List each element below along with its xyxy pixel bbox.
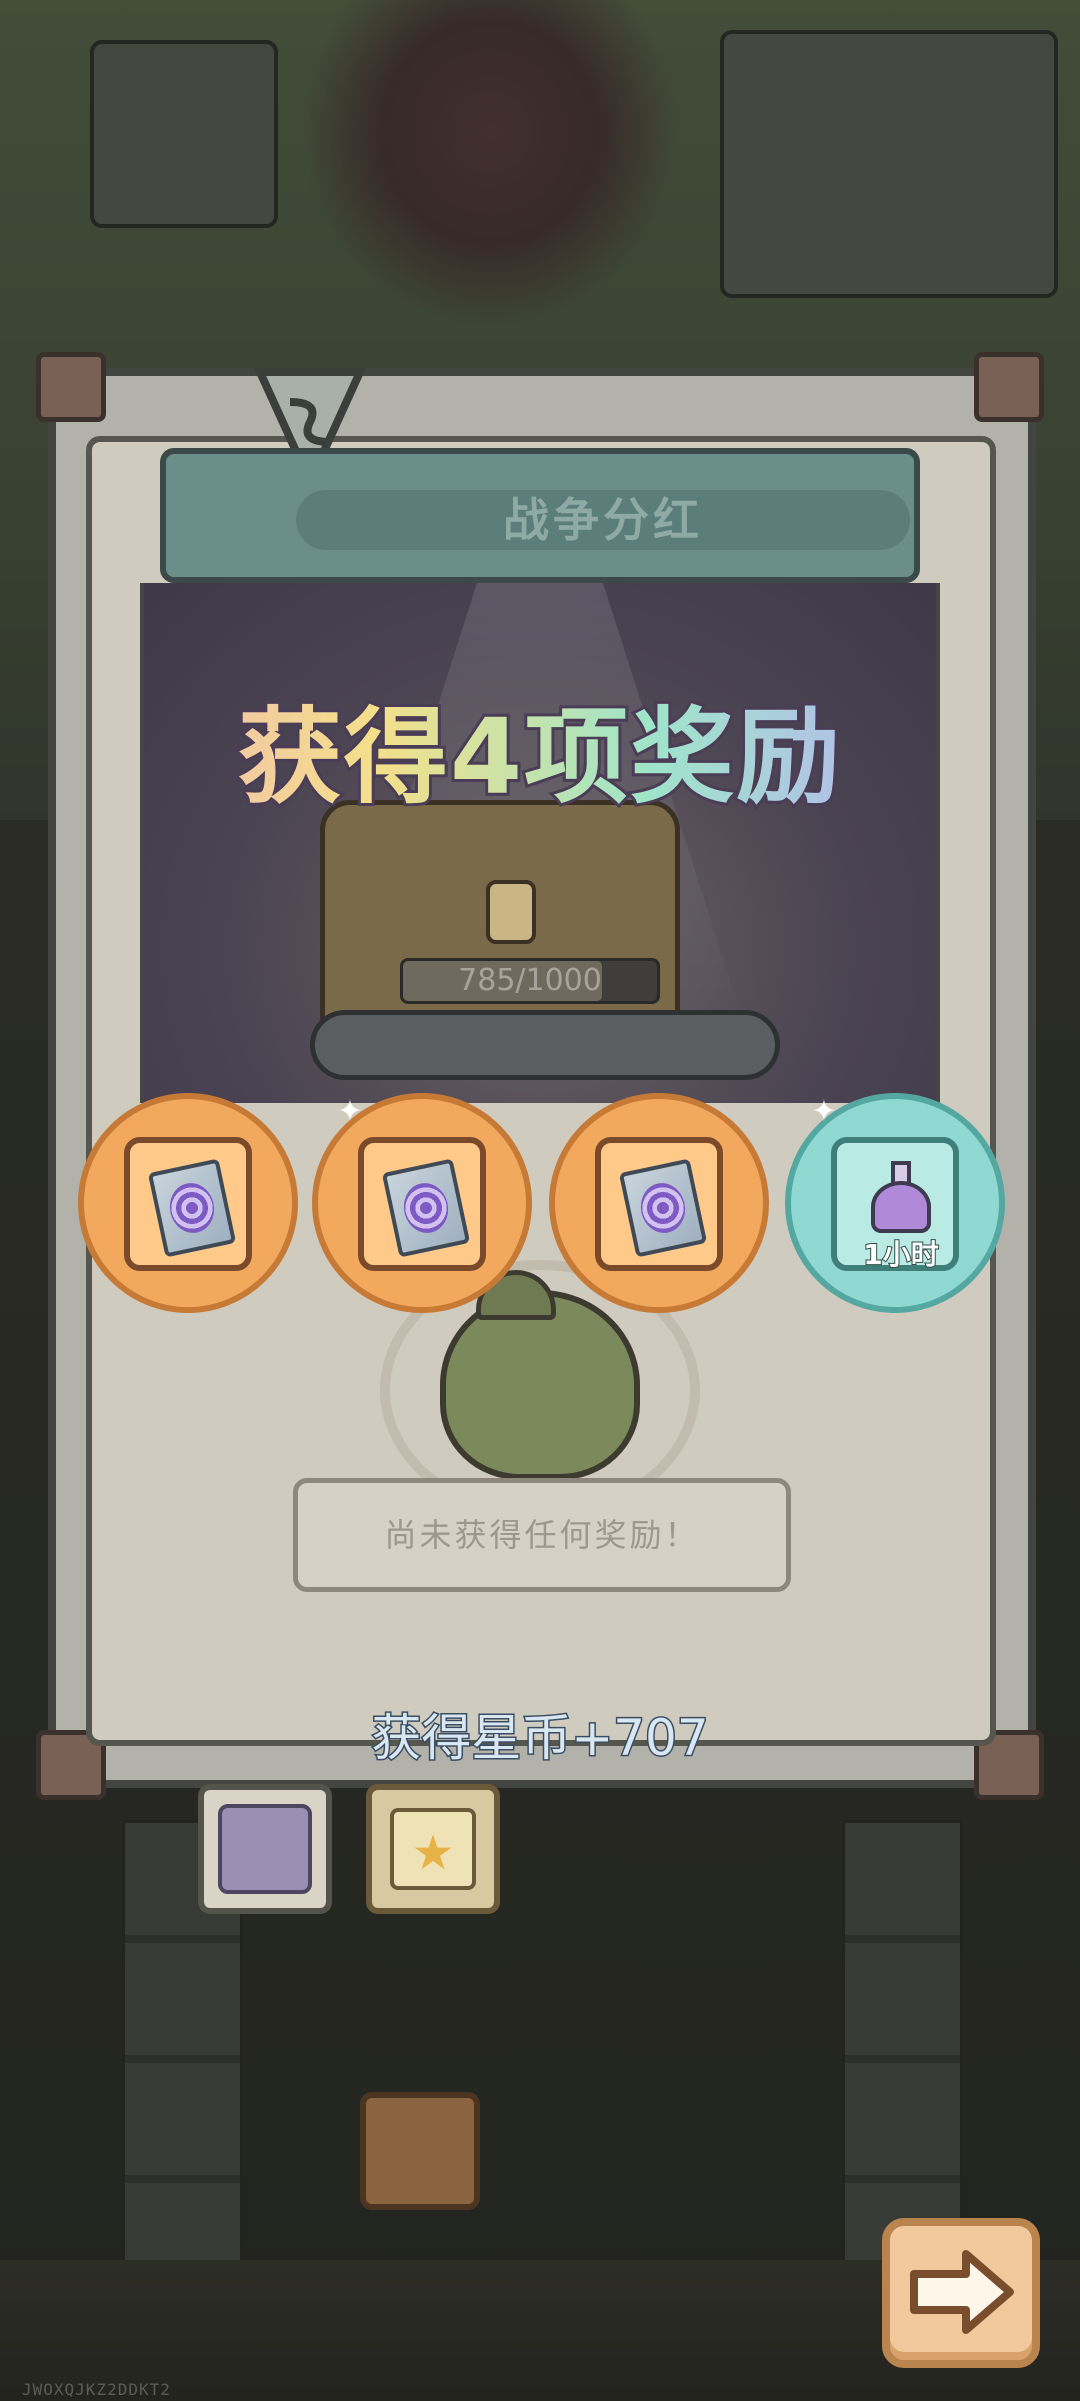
- purple-potion-flask-icon: [871, 1161, 931, 1233]
- reward-headline: 获得4项奖励: [0, 672, 1080, 823]
- panel-title: 战争分红: [503, 493, 703, 547]
- sparkle-icon: ✦: [811, 1094, 837, 1129]
- sparkle-icon: ✦: [337, 1094, 363, 1129]
- next-button[interactable]: [882, 2218, 1040, 2368]
- reward-duration: 1小时: [862, 1237, 939, 1272]
- reward-card: 1小时: [831, 1137, 959, 1272]
- treasure-chest-icon: [218, 1804, 312, 1894]
- reward-item-3[interactable]: [549, 1093, 769, 1313]
- reward-item-1[interactable]: [78, 1093, 298, 1313]
- star-coin-gain: 获得星币+707: [370, 1708, 710, 1769]
- corner-bolt-icon: [974, 352, 1044, 422]
- chest-tab[interactable]: [198, 1784, 332, 1914]
- chest-progress-text: 785/1000: [458, 963, 602, 998]
- corner-bolt-icon: [36, 352, 106, 422]
- reward-card: [124, 1137, 252, 1271]
- chest-pedestal: [310, 1010, 780, 1080]
- calendar-star-icon: ★: [390, 1808, 476, 1890]
- reward-card: [595, 1137, 723, 1271]
- purple-swirl-scroll-icon: [147, 1158, 237, 1258]
- purple-swirl-scroll-icon: [381, 1158, 471, 1258]
- reward-card: [358, 1137, 486, 1271]
- purple-swirl-scroll-icon: [618, 1158, 708, 1258]
- calendar-tab[interactable]: ★: [366, 1784, 500, 1914]
- watermark: JWOXQJKZ2DDKT2: [22, 2380, 171, 2399]
- right-arrow-icon: [910, 2250, 1014, 2334]
- empty-reward-message: 尚未获得任何奖励！: [384, 1516, 700, 1554]
- keyhole-lock-icon: [486, 880, 536, 944]
